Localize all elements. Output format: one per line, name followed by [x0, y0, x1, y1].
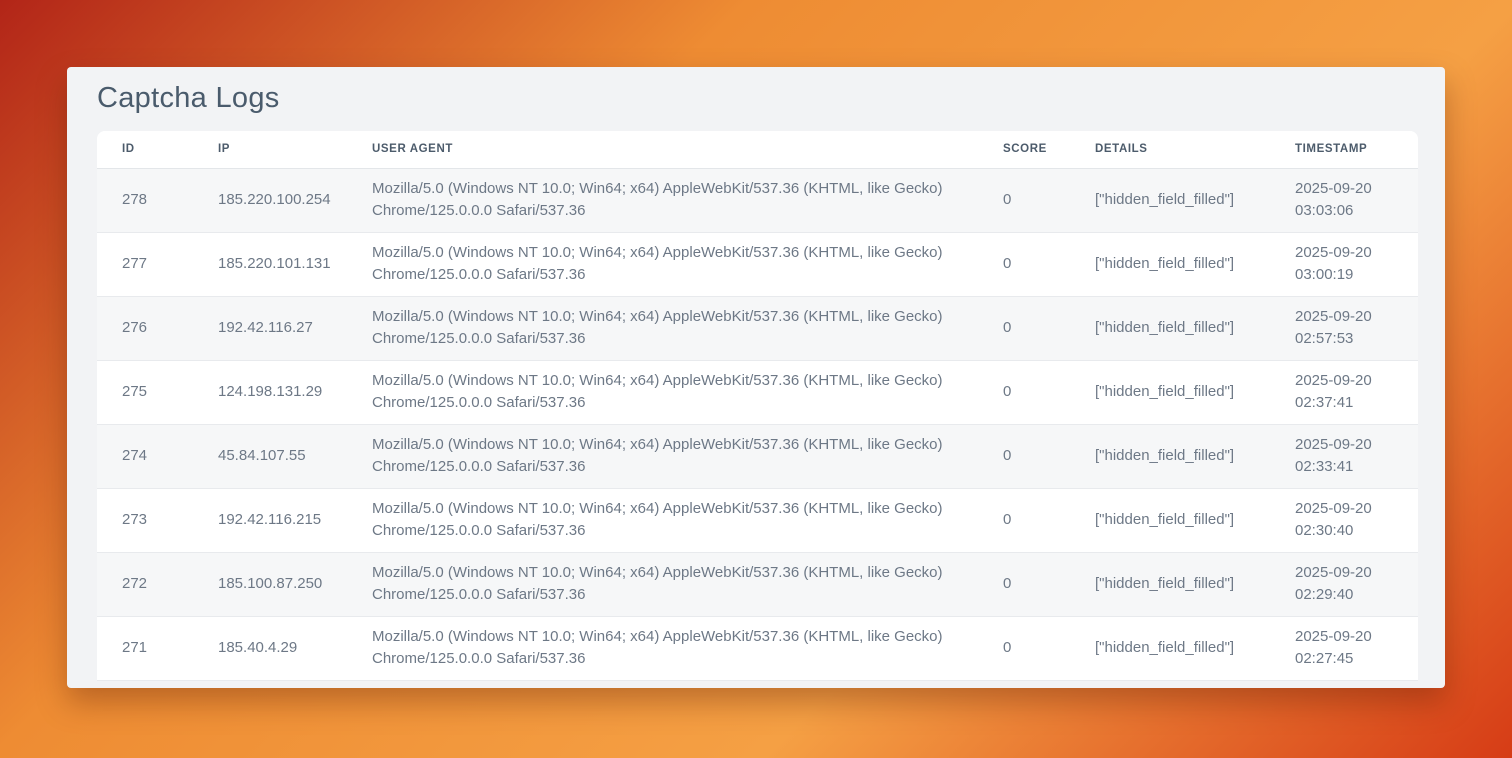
table-header-row: IDIPUSER AGENTSCOREDETAILSTIMESTAMP — [97, 131, 1418, 168]
cell-score: 0 — [978, 168, 1070, 232]
cell-user_agent: Mozilla/5.0 (Windows NT 10.0; Win64; x64… — [347, 168, 978, 232]
table-row: 277185.220.101.131Mozilla/5.0 (Windows N… — [97, 232, 1418, 296]
table-row: 272185.100.87.250Mozilla/5.0 (Windows NT… — [97, 552, 1418, 616]
cell-score: 0 — [978, 488, 1070, 552]
cell-id: 275 — [97, 360, 193, 424]
cell-ip: 192.42.116.215 — [193, 488, 347, 552]
cell-ip: 192.42.116.27 — [193, 296, 347, 360]
cell-details: ["hidden_field_filled"] — [1070, 488, 1270, 552]
table-row: 271185.40.4.29Mozilla/5.0 (Windows NT 10… — [97, 616, 1418, 680]
cell-user_agent: Mozilla/5.0 (Windows NT 10.0; Win64; x64… — [347, 616, 978, 680]
column-header-ip: IP — [193, 131, 347, 168]
cell-id: 273 — [97, 488, 193, 552]
cell-ip: 124.198.131.29 — [193, 360, 347, 424]
cell-details: ["hidden_field_filled"] — [1070, 616, 1270, 680]
cell-details: ["hidden_field_filled"] — [1070, 168, 1270, 232]
cell-details: ["hidden_field_filled"] — [1070, 424, 1270, 488]
table-row: 275124.198.131.29Mozilla/5.0 (Windows NT… — [97, 360, 1418, 424]
cell-user_agent: Mozilla/5.0 (Windows NT 10.0; Win64; x64… — [347, 552, 978, 616]
cell-timestamp: 2025-09-20 02:30:40 — [1270, 488, 1418, 552]
cell-score: 0 — [978, 232, 1070, 296]
cell-timestamp: 2025-09-20 02:33:41 — [1270, 424, 1418, 488]
column-header-score: SCORE — [978, 131, 1070, 168]
cell-user_agent: Mozilla/5.0 (Windows NT 10.0; Win64; x64… — [347, 424, 978, 488]
cell-ip: 185.220.100.254 — [193, 168, 347, 232]
cell-ip: 185.100.87.250 — [193, 552, 347, 616]
cell-ip: 185.220.101.131 — [193, 232, 347, 296]
cell-details: ["hidden_field_filled"] — [1070, 296, 1270, 360]
cell-id: 274 — [97, 424, 193, 488]
table-row: 278185.220.100.254Mozilla/5.0 (Windows N… — [97, 168, 1418, 232]
cell-details: ["hidden_field_filled"] — [1070, 552, 1270, 616]
cell-ip: 45.84.107.55 — [193, 424, 347, 488]
table-row: 273192.42.116.215Mozilla/5.0 (Windows NT… — [97, 488, 1418, 552]
cell-user_agent: Mozilla/5.0 (Windows NT 10.0; Win64; x64… — [347, 232, 978, 296]
column-header-id: ID — [97, 131, 193, 168]
cell-score: 0 — [978, 424, 1070, 488]
cell-user_agent: Mozilla/5.0 (Windows NT 10.0; Win64; x64… — [347, 296, 978, 360]
cell-id: 277 — [97, 232, 193, 296]
captcha-logs-card: Captcha Logs IDIPUSER AGENTSCOREDETAILST… — [67, 67, 1445, 688]
captcha-logs-table: IDIPUSER AGENTSCOREDETAILSTIMESTAMP 2781… — [97, 131, 1418, 681]
cell-details: ["hidden_field_filled"] — [1070, 232, 1270, 296]
page-background: { "page": { "title": "Captcha Logs" }, "… — [0, 0, 1512, 758]
cell-score: 0 — [978, 296, 1070, 360]
cell-score: 0 — [978, 552, 1070, 616]
column-header-timestamp: TIMESTAMP — [1270, 131, 1418, 168]
cell-timestamp: 2025-09-20 02:29:40 — [1270, 552, 1418, 616]
cell-score: 0 — [978, 616, 1070, 680]
cell-details: ["hidden_field_filled"] — [1070, 360, 1270, 424]
table-body: 278185.220.100.254Mozilla/5.0 (Windows N… — [97, 168, 1418, 680]
cell-user_agent: Mozilla/5.0 (Windows NT 10.0; Win64; x64… — [347, 360, 978, 424]
column-header-user_agent: USER AGENT — [347, 131, 978, 168]
table-row: 276192.42.116.27Mozilla/5.0 (Windows NT … — [97, 296, 1418, 360]
cell-timestamp: 2025-09-20 03:03:06 — [1270, 168, 1418, 232]
cell-ip: 185.40.4.29 — [193, 616, 347, 680]
cell-timestamp: 2025-09-20 03:00:19 — [1270, 232, 1418, 296]
cell-id: 276 — [97, 296, 193, 360]
page-title: Captcha Logs — [97, 83, 1418, 113]
column-header-details: DETAILS — [1070, 131, 1270, 168]
cell-id: 271 — [97, 616, 193, 680]
cell-id: 272 — [97, 552, 193, 616]
cell-timestamp: 2025-09-20 02:57:53 — [1270, 296, 1418, 360]
cell-user_agent: Mozilla/5.0 (Windows NT 10.0; Win64; x64… — [347, 488, 978, 552]
table-header: IDIPUSER AGENTSCOREDETAILSTIMESTAMP — [97, 131, 1418, 168]
cell-id: 278 — [97, 168, 193, 232]
cell-timestamp: 2025-09-20 02:37:41 — [1270, 360, 1418, 424]
cell-timestamp: 2025-09-20 02:27:45 — [1270, 616, 1418, 680]
table-row: 27445.84.107.55Mozilla/5.0 (Windows NT 1… — [97, 424, 1418, 488]
cell-score: 0 — [978, 360, 1070, 424]
